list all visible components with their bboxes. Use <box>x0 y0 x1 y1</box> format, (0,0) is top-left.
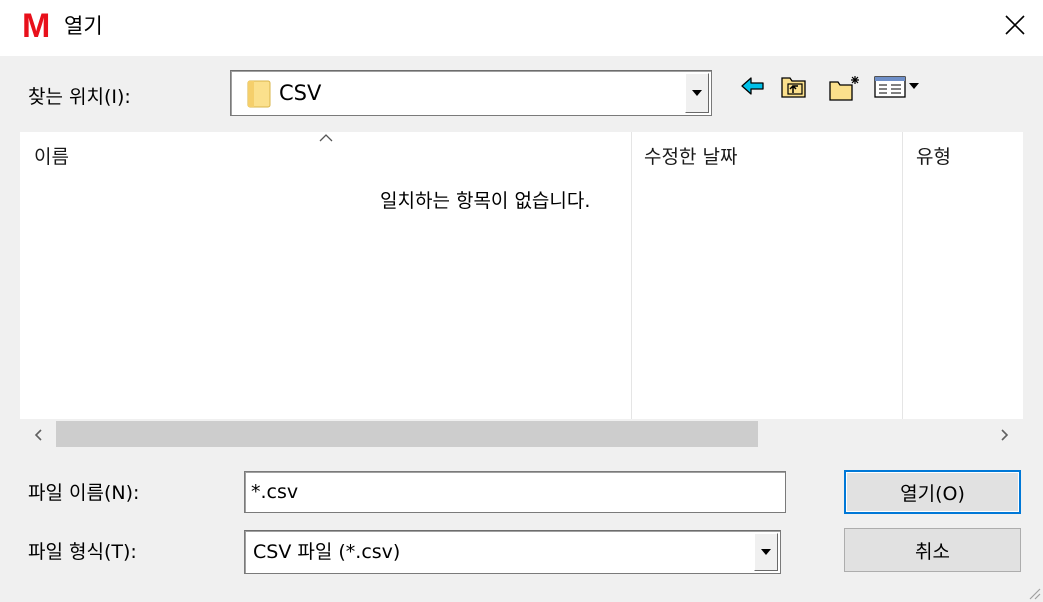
new-folder-button[interactable] <box>828 74 862 107</box>
column-header-date-modified[interactable]: 수정한 날짜 <box>644 144 737 170</box>
look-in-dropdown-arrow[interactable] <box>685 73 709 113</box>
resize-grip-icon[interactable] <box>1027 586 1041 600</box>
look-in-value: CSV <box>279 81 322 105</box>
view-menu-icon <box>874 76 919 98</box>
chevron-down-icon <box>761 549 771 555</box>
scroll-left-button[interactable] <box>20 419 56 450</box>
cancel-button[interactable]: 취소 <box>844 528 1021 572</box>
look-in-label: 찾는 위치(I): <box>28 86 131 108</box>
up-one-level-button[interactable] <box>780 74 808 105</box>
chevron-down-icon <box>692 90 702 96</box>
file-type-dropdown-arrow[interactable] <box>754 533 778 571</box>
folder-icon <box>247 80 271 108</box>
new-folder-icon <box>829 76 859 101</box>
column-header-type[interactable]: 유형 <box>916 144 951 170</box>
app-logo-icon: M <box>22 7 51 45</box>
file-name-input[interactable] <box>244 471 786 513</box>
look-in-dropdown[interactable]: CSV <box>230 70 712 116</box>
window-title: 열기 <box>64 14 103 38</box>
scrollbar-thumb[interactable] <box>56 421 758 447</box>
file-name-label: 파일 이름(N): <box>28 482 140 504</box>
empty-list-message: 일치하는 항목이 없습니다. <box>380 190 591 212</box>
file-type-value: CSV 파일 (*.csv) <box>253 541 401 563</box>
view-menu-button[interactable] <box>874 74 930 105</box>
horizontal-scrollbar[interactable] <box>20 419 1023 450</box>
open-button[interactable]: 열기(O) <box>844 470 1021 514</box>
title-bar: M 열기 <box>0 0 1043 56</box>
file-type-label: 파일 형식(T): <box>28 541 137 563</box>
chevron-right-icon <box>1001 428 1009 441</box>
column-divider[interactable] <box>902 132 903 419</box>
back-arrow-icon <box>741 77 764 95</box>
column-divider[interactable] <box>631 132 632 419</box>
back-button[interactable] <box>740 74 766 103</box>
chevron-left-icon <box>34 428 42 441</box>
up-folder-icon <box>781 77 806 98</box>
file-list[interactable]: 이름 수정한 날짜 유형 일치하는 항목이 없습니다. <box>20 132 1023 419</box>
close-icon <box>1005 15 1025 35</box>
close-button[interactable] <box>987 0 1043 50</box>
scroll-right-button[interactable] <box>987 419 1023 450</box>
sort-ascending-icon <box>319 134 333 142</box>
file-type-dropdown[interactable]: CSV 파일 (*.csv) <box>244 530 781 574</box>
column-header-name[interactable]: 이름 <box>34 144 69 170</box>
